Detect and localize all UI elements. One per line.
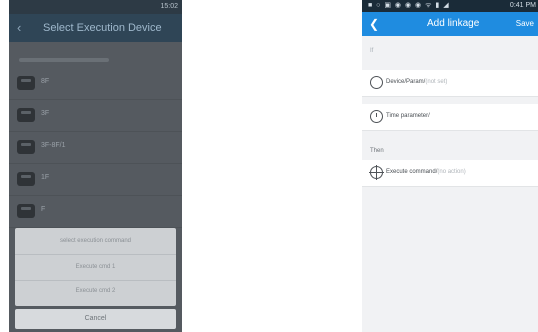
- device-param-hint: (not set): [425, 79, 448, 85]
- dialog-option[interactable]: Execute cmd 1: [15, 264, 176, 270]
- device-label: F: [41, 206, 46, 213]
- device-param-label: Device/Param/: [386, 79, 426, 85]
- status-time: 0:41 PM: [509, 2, 536, 9]
- status-time: 15:02: [160, 3, 178, 10]
- device-item[interactable]: 3F-8F/1: [9, 132, 182, 164]
- execute-command-text: Execute command/(no action): [386, 169, 466, 175]
- device-param-icon: [370, 76, 383, 89]
- section-header: [19, 58, 109, 62]
- device-icon: [17, 172, 35, 186]
- device-item[interactable]: 3F: [9, 100, 182, 132]
- header-bar: ‹ Select Execution Device: [9, 14, 182, 42]
- device-icon: [17, 76, 35, 90]
- execute-command-label: Execute command/: [386, 169, 438, 175]
- dialog-divider: [15, 254, 176, 255]
- back-arrow-icon[interactable]: ❮: [369, 17, 379, 31]
- device-label: 3F-8F/1: [41, 142, 66, 149]
- save-button[interactable]: Save: [516, 19, 534, 28]
- status-bar: ■ ○ ▣ ◉ ◉ ◉ ᯤ ▮ ◢ 0:41 PM: [362, 0, 538, 12]
- time-parameter-label: Time parameter/: [386, 113, 430, 119]
- dialog-title: select execution command: [59, 238, 132, 244]
- section-then-label: Then: [370, 148, 384, 154]
- clock-icon: [370, 110, 383, 123]
- back-arrow-icon[interactable]: ‹: [17, 14, 21, 42]
- page-title: Select Execution Device: [43, 22, 162, 34]
- execute-command-hint: (no action): [437, 169, 466, 175]
- dialog-option[interactable]: Execute cmd 2: [15, 288, 176, 294]
- execute-command-row[interactable]: Execute command/(no action): [362, 160, 538, 187]
- header-bar: ❮ Add linkage Save: [362, 12, 538, 36]
- dialog-divider: [15, 280, 176, 281]
- command-dialog: select execution command Execute cmd 1 E…: [15, 228, 176, 306]
- right-phone-screen: ■ ○ ▣ ◉ ◉ ◉ ᯤ ▮ ◢ 0:41 PM ❮ Add linkage …: [362, 0, 538, 332]
- status-icons: ■ ○ ▣ ◉ ◉ ◉ ᯤ ▮ ◢: [368, 2, 450, 9]
- device-label: 1F: [41, 174, 50, 181]
- time-parameter-row[interactable]: Time parameter/: [362, 104, 538, 131]
- device-item[interactable]: 1F: [9, 164, 182, 196]
- device-param-text: Device/Param/(not set): [386, 79, 447, 85]
- device-param-row[interactable]: Device/Param/(not set): [362, 70, 538, 97]
- device-icon: [17, 108, 35, 122]
- device-label: 8F: [41, 78, 50, 85]
- device-item[interactable]: 8F: [9, 68, 182, 100]
- left-phone-screen: 15:02 ‹ Select Execution Device 8F 3F 3F…: [9, 0, 182, 332]
- cancel-button[interactable]: Cancel: [15, 309, 176, 329]
- page-title: Add linkage: [427, 18, 480, 29]
- device-list: 8F 3F 3F-8F/1 1F F: [9, 68, 182, 228]
- device-icon: [17, 204, 35, 218]
- device-icon: [17, 140, 35, 154]
- crosshair-icon: [369, 165, 384, 180]
- device-label: 3F: [41, 110, 50, 117]
- status-bar: 15:02: [9, 0, 182, 14]
- section-if-label: If: [370, 48, 374, 54]
- device-item[interactable]: F: [9, 196, 182, 228]
